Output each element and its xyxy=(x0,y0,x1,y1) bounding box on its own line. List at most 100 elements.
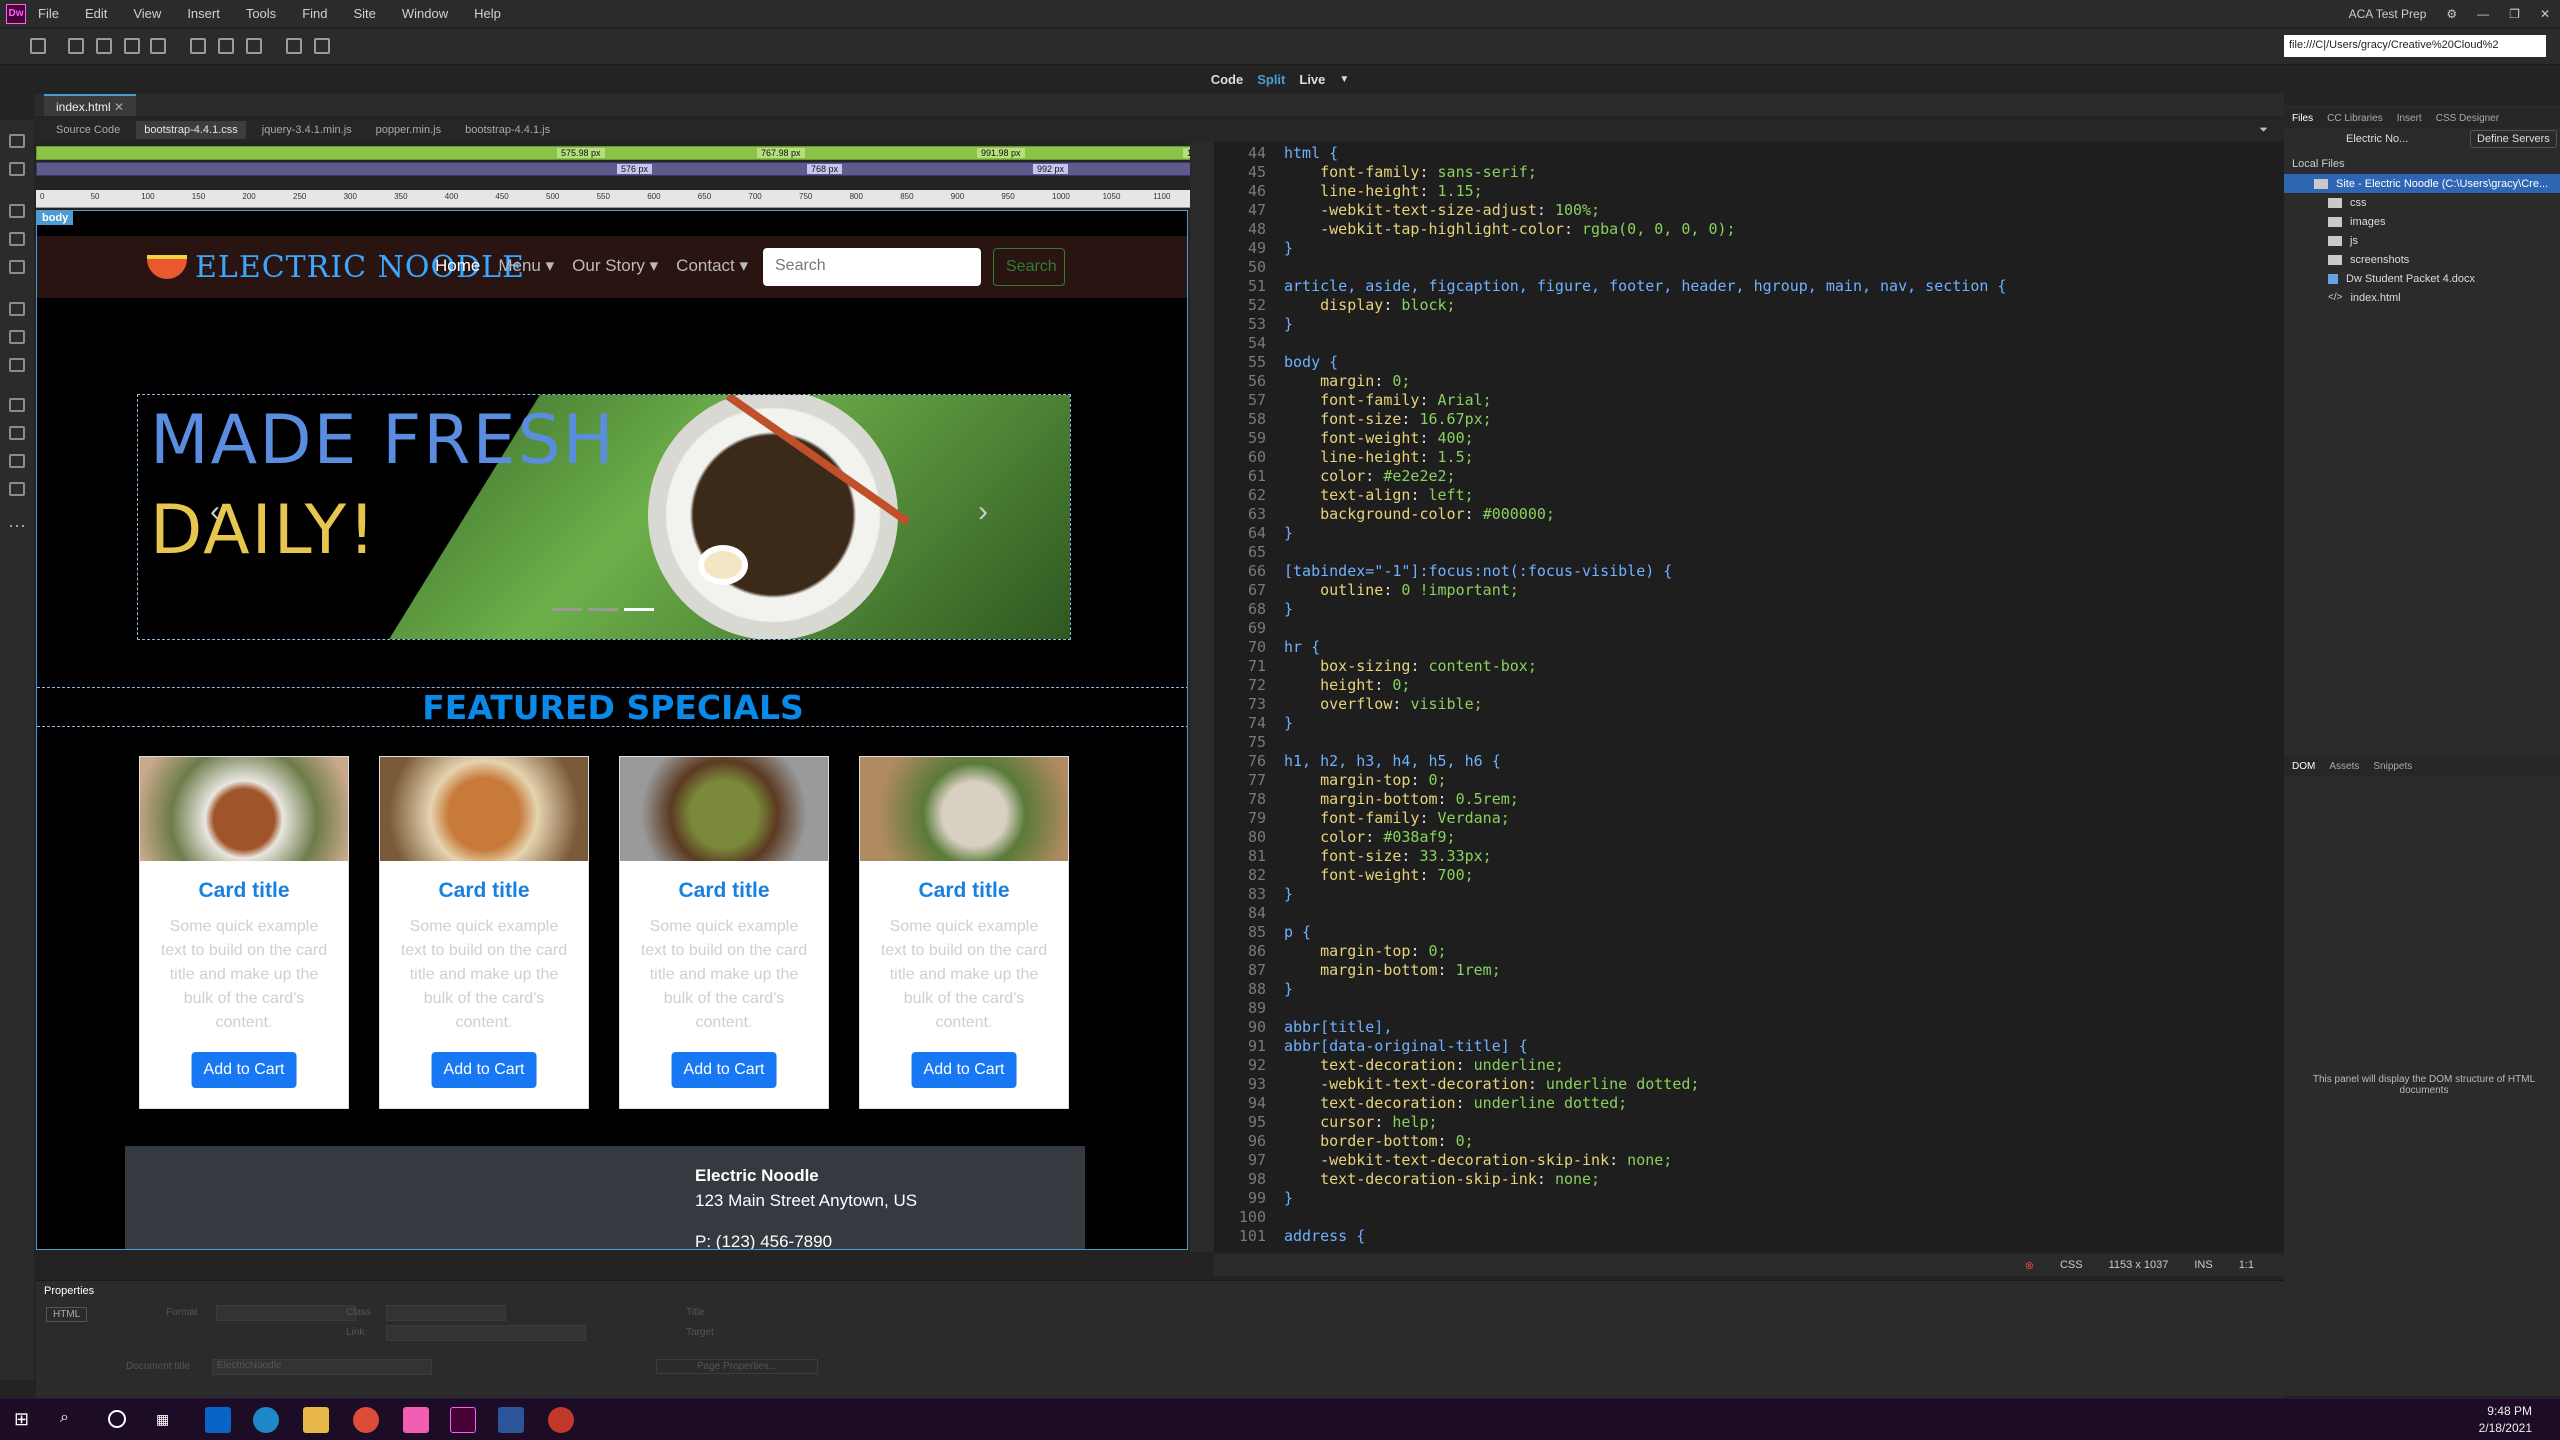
menu-edit[interactable]: Edit xyxy=(85,6,107,21)
menu-file[interactable]: File xyxy=(38,6,59,21)
code-line[interactable]: -webkit-tap-highlight-color: rgba(0, 0, … xyxy=(1284,220,1735,239)
code-line[interactable]: } xyxy=(1284,239,1293,258)
file-tree-item[interactable]: screenshots xyxy=(2284,250,2560,269)
edge-icon[interactable] xyxy=(253,1407,279,1433)
open-file-icon[interactable] xyxy=(68,38,84,54)
cortana-icon[interactable] xyxy=(108,1410,126,1428)
save-all-icon[interactable] xyxy=(124,38,140,54)
code-line[interactable]: font-family: Arial; xyxy=(1284,391,1492,410)
add-to-cart-button[interactable]: Add to Cart xyxy=(671,1052,777,1088)
code-line[interactable]: line-height: 1.15; xyxy=(1284,182,1483,201)
tab-assets[interactable]: Assets xyxy=(2329,761,2359,772)
code-line[interactable]: font-size: 33.33px; xyxy=(1284,847,1492,866)
code-line[interactable]: text-decoration: underline; xyxy=(1284,1056,1564,1075)
code-line[interactable]: border-bottom: 0; xyxy=(1284,1132,1474,1151)
nav-our-story[interactable]: Our Story ▾ xyxy=(572,256,658,276)
search-icon[interactable]: ⌕ xyxy=(60,1409,69,1427)
redo-icon[interactable] xyxy=(314,38,330,54)
code-line[interactable]: address { xyxy=(1284,1227,1365,1246)
list-icon[interactable] xyxy=(9,454,25,468)
menu-help[interactable]: Help xyxy=(474,6,501,21)
tab-snippets[interactable]: Snippets xyxy=(2373,761,2412,772)
class-select[interactable] xyxy=(386,1305,506,1321)
code-line[interactable]: margin-top: 0; xyxy=(1284,942,1446,961)
related-popper[interactable]: popper.min.js xyxy=(368,121,449,139)
format-select[interactable] xyxy=(216,1305,356,1321)
code-line[interactable]: p { xyxy=(1284,923,1311,942)
carousel-prev-icon[interactable]: ‹ xyxy=(210,495,220,529)
page-properties-button[interactable]: Page Properties... xyxy=(656,1359,819,1374)
expand-icon[interactable] xyxy=(9,302,25,316)
code-line[interactable]: text-decoration: underline dotted; xyxy=(1284,1094,1627,1113)
chevron-down-icon[interactable]: ▼ xyxy=(1339,74,1349,85)
add-to-cart-button[interactable]: Add to Cart xyxy=(191,1052,297,1088)
related-bootstrap-css[interactable]: bootstrap-4.4.1.css xyxy=(136,121,246,139)
code-line[interactable]: h1, h2, h3, h4, h5, h6 { xyxy=(1284,752,1501,771)
mq-label[interactable]: 992 px xyxy=(1033,164,1069,174)
outlook-icon[interactable] xyxy=(205,1407,231,1433)
body-tag-badge[interactable]: body xyxy=(37,211,74,225)
code-line[interactable]: font-weight: 700; xyxy=(1284,866,1474,885)
code-line[interactable]: html { xyxy=(1284,144,1338,163)
error-icon[interactable]: ⊗ xyxy=(2025,1259,2034,1272)
more-icon[interactable]: ⋯ xyxy=(8,516,26,537)
code-line[interactable]: article, aside, figcaption, figure, foot… xyxy=(1284,277,2006,296)
language-select[interactable]: CSS xyxy=(2060,1259,2083,1271)
code-line[interactable]: line-height: 1.5; xyxy=(1284,448,1474,467)
swap-icon[interactable] xyxy=(9,162,25,176)
file-tree-item[interactable]: js xyxy=(2284,231,2560,250)
code-line[interactable]: body { xyxy=(1284,353,1338,372)
code-line[interactable]: font-size: 16.67px; xyxy=(1284,410,1492,429)
hero-carousel[interactable]: MADE FRESH DAILY! ‹ › xyxy=(137,394,1071,640)
file-tree-item[interactable]: css xyxy=(2284,193,2560,212)
menu-find[interactable]: Find xyxy=(302,6,327,21)
address-bar[interactable]: file:///C|/Users/gracy/Creative%20Cloud%… xyxy=(2284,35,2546,57)
local-files-header[interactable]: Local Files xyxy=(2292,158,2345,170)
indent-icon[interactable] xyxy=(9,232,25,246)
related-jquery[interactable]: jquery-3.4.1.min.js xyxy=(254,121,360,139)
code-line[interactable]: font-family: sans-serif; xyxy=(1284,163,1537,182)
undo-icon[interactable] xyxy=(286,38,302,54)
code-line[interactable]: font-weight: 400; xyxy=(1284,429,1474,448)
menu-site[interactable]: Site xyxy=(353,6,375,21)
maximize-icon[interactable]: ❐ xyxy=(2509,7,2520,21)
code-line[interactable]: text-align: left; xyxy=(1284,486,1474,505)
split-divider[interactable] xyxy=(1190,142,1214,1252)
tab-insert[interactable]: Insert xyxy=(2397,113,2422,124)
code-line[interactable]: hr { xyxy=(1284,638,1320,657)
chrome-icon[interactable] xyxy=(353,1407,379,1433)
define-servers-button[interactable]: Define Servers xyxy=(2470,130,2557,148)
file-explorer-icon[interactable] xyxy=(303,1407,329,1433)
save-icon[interactable] xyxy=(96,38,112,54)
comment-icon[interactable] xyxy=(9,398,25,412)
code-line[interactable]: color: #e2e2e2; xyxy=(1284,467,1455,486)
file-tree-item[interactable]: images xyxy=(2284,212,2560,231)
media-query-bar-min[interactable]: 576 px 768 px 992 px xyxy=(36,162,1206,176)
code-editor[interactable]: 44 html {45 font-family: sans-serif; 46 li… xyxy=(1214,142,2284,1252)
code-line[interactable]: abbr[title], xyxy=(1284,1018,1392,1037)
nav-menu[interactable]: Menu ▾ xyxy=(498,256,554,276)
code-line[interactable]: text-decoration-skip-ink: none; xyxy=(1284,1170,1600,1189)
task-view-icon[interactable]: ▦ xyxy=(156,1411,169,1428)
snippet-icon[interactable] xyxy=(9,260,25,274)
site-search-button[interactable]: Search xyxy=(993,248,1065,286)
word-icon[interactable] xyxy=(498,1407,524,1433)
creative-cloud-icon[interactable] xyxy=(403,1407,429,1433)
dreamweaver-taskbar-icon[interactable] xyxy=(450,1407,476,1433)
code-line[interactable]: } xyxy=(1284,714,1293,733)
site-select[interactable]: Electric No... xyxy=(2346,133,2408,145)
close-tab-icon[interactable]: ✕ xyxy=(114,100,124,114)
mq-label[interactable]: 575.98 px xyxy=(557,148,605,158)
code-view-button[interactable]: Code xyxy=(1211,72,1244,87)
mq-label[interactable]: 768 px xyxy=(807,164,843,174)
file-tree-item[interactable]: </> index.html xyxy=(2284,288,2560,307)
tab-cc-libraries[interactable]: CC Libraries xyxy=(2327,113,2383,124)
code-line[interactable]: } xyxy=(1284,315,1293,334)
live-view[interactable]: body ELECTRIC NOODLE Home Menu ▾ Our Sto… xyxy=(36,210,1188,1250)
file-tree-item[interactable]: Dw Student Packet 4.docx xyxy=(2284,269,2560,288)
tab-css-designer[interactable]: CSS Designer xyxy=(2436,113,2499,124)
carousel-indicator[interactable] xyxy=(552,608,582,611)
code-line[interactable]: margin: 0; xyxy=(1284,372,1410,391)
code-line[interactable]: abbr[data-original-title] { xyxy=(1284,1037,1528,1056)
code-line[interactable]: } xyxy=(1284,600,1293,619)
